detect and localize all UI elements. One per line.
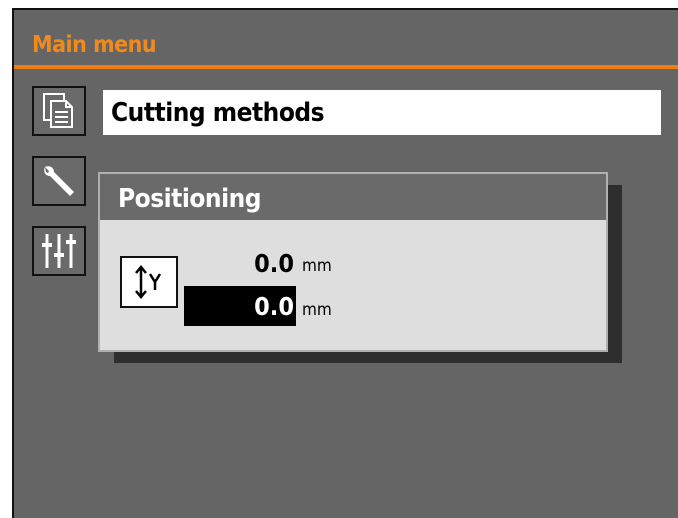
sidebar-item-settings[interactable] bbox=[32, 226, 86, 276]
y-axis-arrow-icon bbox=[135, 265, 162, 299]
page-title: Main menu bbox=[32, 32, 157, 58]
document-icon bbox=[43, 93, 73, 128]
sliders-icon bbox=[42, 234, 76, 268]
current-position-unit: mm bbox=[302, 256, 332, 276]
menu-item-cutting-methods[interactable]: Cutting methods bbox=[103, 90, 661, 135]
current-position-value: 0.0 bbox=[254, 248, 294, 278]
target-position-input[interactable]: 0.0 bbox=[184, 286, 296, 326]
dialog-title: Positioning bbox=[118, 184, 261, 214]
target-position-unit: mm bbox=[302, 300, 332, 320]
wrench-icon bbox=[44, 166, 74, 196]
machine-screen: Main menu Cutting methods Positioning 0.… bbox=[12, 8, 678, 518]
sidebar-item-tools[interactable] bbox=[32, 156, 86, 206]
title-divider bbox=[14, 65, 678, 69]
y-axis-icon bbox=[120, 256, 178, 308]
positioning-dialog: Positioning 0.0 mm 0.0 mm bbox=[98, 172, 608, 352]
dialog-header: Positioning bbox=[100, 174, 606, 220]
sidebar-item-document[interactable] bbox=[32, 86, 86, 136]
title-bar: Main menu bbox=[14, 10, 678, 70]
